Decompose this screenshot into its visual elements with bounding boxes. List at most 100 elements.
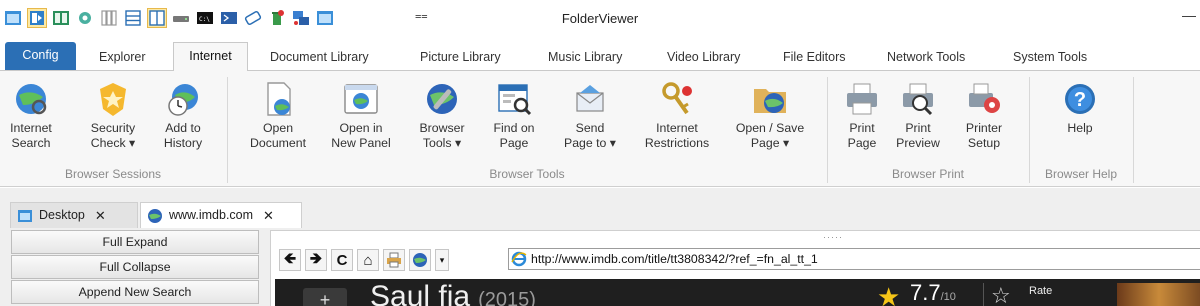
folder-globe-icon (754, 89, 786, 113)
print-preview-button[interactable]: Print Preview (892, 79, 944, 151)
settings-icon[interactable] (75, 8, 95, 28)
full-collapse-button[interactable]: Full Collapse (11, 255, 259, 279)
doc-tab-label: Desktop (39, 208, 85, 222)
button-label: Printer (965, 121, 1003, 135)
tab-internet[interactable]: Internet (173, 42, 248, 72)
open-save-page-button[interactable]: Open / Save Page ▾ (728, 79, 812, 151)
resize-grip[interactable]: ····· (823, 232, 843, 242)
button-label: Open in (339, 121, 383, 135)
button-label: Send (575, 121, 605, 135)
send-page-button[interactable]: Send Page to ▾ (556, 79, 624, 151)
svg-text:?: ? (1074, 89, 1086, 111)
desktop-icon (18, 209, 32, 222)
recycle-icon[interactable] (267, 8, 287, 28)
rows-icon[interactable] (123, 8, 143, 28)
globe-search-icon (16, 84, 47, 115)
append-new-search-button[interactable]: Append New Search (11, 280, 259, 304)
button-label: Add to (165, 121, 201, 135)
internet-search-button[interactable]: Internet Search (2, 79, 60, 151)
qat-customize-dropdown[interactable]: ⩵ (415, 10, 428, 23)
app-title: FolderViewer (561, 11, 639, 26)
desktop-icon[interactable] (315, 8, 335, 28)
rate-label[interactable]: Rate (1029, 285, 1052, 297)
group-label-browser-help: Browser Help (1044, 167, 1118, 181)
key-icon (662, 82, 692, 115)
forward-button[interactable]: 🡺 (305, 249, 327, 271)
tab-music-library[interactable]: Music Library (546, 44, 624, 71)
tab-network-tools[interactable]: Network Tools (885, 44, 967, 71)
button-label: Document (249, 136, 307, 150)
ribbon-tabs: Config Explorer Internet Document Librar… (0, 39, 1200, 72)
console-icon[interactable]: C:\ (195, 8, 215, 28)
button-label: Security (90, 121, 136, 135)
button-label: Tools ▾ (422, 136, 462, 150)
network-icon[interactable] (291, 8, 311, 28)
security-check-button[interactable]: Security Check ▾ (84, 79, 142, 151)
close-tab-icon[interactable]: ✕ (263, 203, 274, 228)
group-label-browser-print: Browser Print (891, 167, 965, 181)
drive-icon[interactable] (171, 8, 191, 28)
poster-image[interactable] (1117, 283, 1200, 306)
print-preview-icon (903, 83, 933, 116)
full-expand-button[interactable]: Full Expand (11, 230, 259, 254)
powershell-icon[interactable] (219, 8, 239, 28)
workspace: Desktop ✕ www.imdb.com ✕ Full Expand Ful… (0, 188, 1200, 306)
refresh-button[interactable]: C (331, 249, 353, 271)
tab-explorer[interactable]: Explorer (97, 44, 148, 71)
edit-icon[interactable] (243, 8, 263, 28)
find-on-page-button[interactable]: Find on Page (484, 79, 544, 151)
movie-title-text: Saul fia (370, 280, 471, 306)
open-document-button[interactable]: Open Document (240, 79, 316, 151)
add-to-history-button[interactable]: Add to History (154, 79, 212, 151)
button-label: Find on (493, 121, 535, 135)
open-new-panel-button[interactable]: Open in New Panel (320, 79, 402, 151)
help-button[interactable]: ? Help (1050, 79, 1110, 136)
panel-layout-icon[interactable] (27, 8, 47, 28)
group-separator (1133, 77, 1134, 183)
rate-star-icon[interactable]: ☆ (991, 283, 1011, 306)
printer-icon (847, 83, 877, 115)
tab-picture-library[interactable]: Picture Library (418, 44, 503, 71)
add-watchlist-button[interactable]: + (303, 288, 347, 306)
button-label: Setup (967, 136, 1001, 150)
internet-restrictions-button[interactable]: Internet Restrictions (636, 79, 718, 151)
printer-setup-button[interactable]: Printer Setup (954, 79, 1014, 151)
ie-icon (511, 251, 527, 267)
globe-icon (148, 208, 162, 223)
print-button[interactable] (383, 249, 405, 271)
button-label: Internet (10, 121, 52, 135)
home-button[interactable]: ⌂ (357, 249, 379, 271)
svg-text:C:\: C:\ (199, 16, 210, 23)
tab-config[interactable]: Config (5, 42, 76, 70)
tab-video-library[interactable]: Video Library (665, 44, 742, 71)
print-page-button[interactable]: Print Page (840, 79, 884, 151)
button-label: Page to ▾ (564, 136, 616, 150)
doc-tab-imdb[interactable]: www.imdb.com ✕ (140, 202, 302, 228)
back-button[interactable]: 🡸 (279, 249, 301, 271)
rating-value: 7.7/10 (910, 280, 956, 306)
dual-pane-icon[interactable] (147, 8, 167, 28)
doc-tab-desktop[interactable]: Desktop ✕ (10, 202, 138, 228)
browser-menu-dropdown[interactable]: ▾ (435, 249, 449, 271)
browser-tools-button[interactable]: Browser Tools ▾ (410, 79, 474, 151)
browser-nav-bar: 🡸 🡺 C ⌂ ▾ (279, 248, 449, 272)
history-clock-icon (168, 84, 198, 116)
button-label: Open / Save (735, 121, 805, 135)
button-label: Check ▾ (90, 136, 136, 150)
button-label: Page (847, 136, 877, 150)
app-icon[interactable] (3, 8, 23, 28)
rating-star-icon: ★ (877, 282, 901, 306)
columns-icon[interactable] (99, 8, 119, 28)
minimize-button[interactable]: — (1182, 7, 1196, 23)
close-tab-icon[interactable]: ✕ (95, 203, 106, 228)
split-panel-icon[interactable] (51, 8, 71, 28)
find-page-icon (498, 84, 532, 116)
printer-icon (387, 252, 401, 268)
tab-document-library[interactable]: Document Library (268, 44, 371, 71)
button-label: Restrictions (644, 136, 710, 150)
tab-system-tools[interactable]: System Tools (1011, 44, 1089, 71)
tab-file-editors[interactable]: File Editors (781, 44, 848, 71)
address-bar[interactable]: http://www.imdb.com/title/tt3808342/?ref… (508, 248, 1200, 270)
browser-menu-button[interactable] (409, 249, 431, 271)
browser-window-icon (344, 84, 378, 114)
